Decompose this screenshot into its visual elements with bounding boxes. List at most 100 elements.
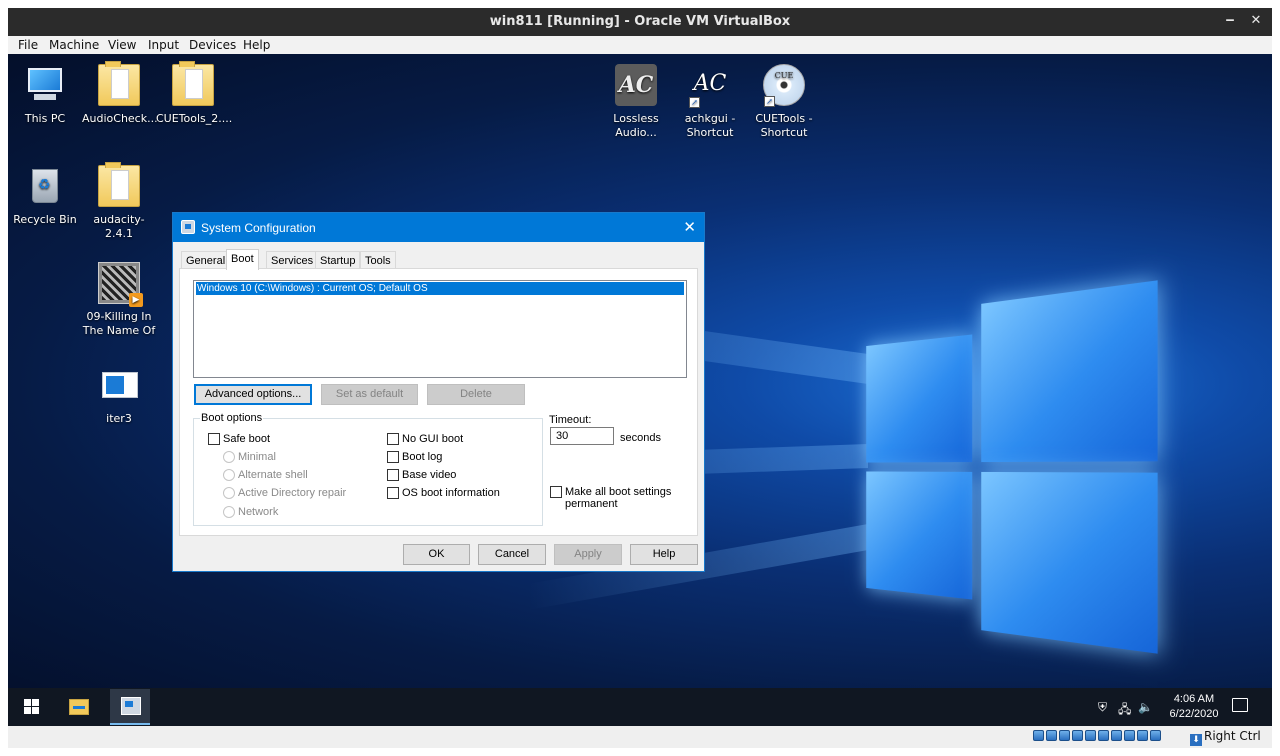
no-gui-boot-label: No GUI boot: [402, 433, 463, 445]
menu-machine[interactable]: Machine: [49, 38, 99, 52]
base-video-label: Base video: [402, 469, 456, 481]
apply-button[interactable]: Apply: [554, 544, 622, 565]
desktop-icon-label: achkgui - Shortcut: [673, 112, 747, 140]
desktop-icon-cuetools-folder[interactable]: CUETools_2....: [156, 64, 230, 126]
windows-logo-wallpaper: [866, 280, 1157, 653]
desktop-icon-cuetools-shortcut[interactable]: CUE ↗ CUETools - Shortcut: [747, 64, 821, 140]
desktop-icon-recycle-bin[interactable]: Recycle Bin: [8, 165, 82, 227]
host-window-title: win811 [Running] - Oracle VM VirtualBox: [8, 14, 1272, 29]
set-as-default-button[interactable]: Set as default: [321, 384, 418, 405]
shortcut-arrow-icon: ↗: [764, 96, 775, 107]
radio-alternate-shell-label: Alternate shell: [238, 469, 308, 481]
boot-log-label: Boot log: [402, 451, 442, 463]
tab-tools[interactable]: Tools: [360, 251, 396, 269]
folder-icon: [98, 64, 140, 106]
boot-options-label: Boot options: [200, 412, 263, 424]
make-permanent-line-2: permanent: [565, 498, 671, 510]
taskbar: ⛨ 🖧 🔈 4:06 AM 6/22/2020: [8, 688, 1272, 726]
desktop-icon-audacity[interactable]: audacity-2.4.1: [82, 165, 156, 241]
desktop-icon-label: Recycle Bin: [8, 213, 82, 227]
desktop-icon-label: CUETools - Shortcut: [747, 112, 821, 140]
menu-file[interactable]: File: [18, 38, 38, 52]
msconfig-taskbar-button[interactable]: [110, 689, 150, 725]
video-capture-icon[interactable]: [1124, 730, 1135, 741]
computer-icon: [24, 64, 66, 106]
desktop-icon-label: AudioCheck...: [82, 112, 156, 126]
shortcut-arrow-icon: ↗: [689, 97, 700, 108]
cpu-icon[interactable]: [1137, 730, 1148, 741]
desktop-icon-label: This PC: [8, 112, 82, 126]
help-button[interactable]: Help: [630, 544, 698, 565]
desktop-icon-this-pc[interactable]: This PC: [8, 64, 82, 126]
folder-icon: [172, 64, 214, 106]
desktop-icon-label: CUETools_2....: [156, 112, 230, 126]
achk-icon: AC ↗: [689, 64, 731, 106]
menu-input[interactable]: Input: [148, 38, 179, 52]
host-key-arrow-icon: ⬇: [1190, 734, 1202, 746]
defender-tray-icon[interactable]: ⛨: [1098, 700, 1107, 715]
os-boot-information-label: OS boot information: [402, 487, 500, 499]
menu-help[interactable]: Help: [243, 38, 270, 52]
desktop-icon-iter3[interactable]: iter3: [82, 364, 156, 426]
tab-boot[interactable]: Boot: [226, 249, 259, 270]
radio-network-label: Network: [238, 506, 278, 518]
folder-icon: [98, 165, 140, 207]
dialog-titlebar[interactable]: System Configuration ✕: [173, 213, 704, 242]
radio-active-directory-repair-label: Active Directory repair: [238, 487, 346, 499]
mouse-integration-icon[interactable]: [1150, 730, 1161, 741]
radio-minimal-label: Minimal: [238, 451, 276, 463]
device-status-icons: [1033, 730, 1163, 744]
close-button[interactable]: ✕: [1248, 13, 1264, 29]
desktop-icon-lossless-audio[interactable]: AC Lossless Audio...: [599, 64, 673, 140]
lac-icon: AC: [615, 64, 657, 106]
safe-boot-label: Safe boot: [223, 433, 270, 445]
hard-disk-icon[interactable]: [1033, 730, 1044, 741]
timeout-label: Timeout:: [549, 414, 591, 426]
cue-glyph: CUE: [764, 69, 804, 83]
network-tray-icon[interactable]: 🖧: [1118, 700, 1131, 721]
minimize-button[interactable]: ‒: [1222, 13, 1238, 29]
shared-folders-icon[interactable]: [1098, 730, 1109, 741]
optical-drive-icon[interactable]: [1046, 730, 1057, 741]
tab-general[interactable]: General: [181, 251, 230, 269]
seconds-label: seconds: [620, 432, 661, 444]
usb-icon[interactable]: [1085, 730, 1096, 741]
advanced-options-button[interactable]: Advanced options...: [194, 384, 312, 405]
desktop-icon-video-file[interactable]: ▶ 09-Killing In The Name Of: [82, 262, 156, 338]
os-list-item[interactable]: Windows 10 (C:\Windows) : Current OS; De…: [196, 282, 684, 295]
desktop-icon-label: audacity-2.4.1: [82, 213, 156, 241]
taskbar-clock[interactable]: 4:06 AM 6/22/2020: [1158, 692, 1230, 722]
desktop-icon-label: Lossless Audio...: [599, 112, 673, 140]
dialog-title: System Configuration: [201, 221, 316, 235]
network-icon[interactable]: [1072, 730, 1083, 741]
clock-time: 4:06 AM: [1158, 692, 1230, 707]
recycle-bin-icon: [24, 165, 66, 207]
video-thumbnail-icon: ▶: [98, 262, 140, 304]
tab-startup[interactable]: Startup: [315, 251, 360, 269]
menu-devices[interactable]: Devices: [189, 38, 236, 52]
system-configuration-dialog: System Configuration ✕ General Boot Serv…: [172, 212, 705, 572]
os-list[interactable]: Windows 10 (C:\Windows) : Current OS; De…: [193, 280, 687, 378]
boot-tab-panel: Windows 10 (C:\Windows) : Current OS; De…: [179, 268, 698, 536]
ok-button[interactable]: OK: [403, 544, 470, 565]
action-center-icon[interactable]: [1232, 698, 1248, 712]
cancel-button[interactable]: Cancel: [478, 544, 546, 565]
volume-tray-icon[interactable]: 🔈: [1138, 700, 1153, 714]
file-explorer-taskbar-button[interactable]: [69, 699, 89, 715]
lac-glyph: AC: [619, 72, 654, 98]
desktop-icon-audiocheck[interactable]: AudioCheck...: [82, 64, 156, 126]
delete-button[interactable]: Delete: [427, 384, 525, 405]
clock-date: 6/22/2020: [1158, 707, 1230, 722]
dialog-close-button[interactable]: ✕: [683, 218, 696, 236]
desktop-icon-label: 09-Killing In The Name Of: [82, 310, 156, 338]
desktop-icon-label: iter3: [82, 412, 156, 426]
audio-icon[interactable]: [1059, 730, 1070, 741]
start-button[interactable]: [24, 699, 40, 715]
display-icon[interactable]: [1111, 730, 1122, 741]
menu-view[interactable]: View: [108, 38, 136, 52]
cue-disc-icon: CUE ↗: [763, 64, 805, 106]
desktop-icon-achkgui[interactable]: AC ↗ achkgui - Shortcut: [673, 64, 747, 140]
tab-services[interactable]: Services: [266, 251, 318, 269]
host-menubar: File Machine View Input Devices Help: [8, 36, 1272, 54]
timeout-input[interactable]: 30: [550, 427, 614, 445]
